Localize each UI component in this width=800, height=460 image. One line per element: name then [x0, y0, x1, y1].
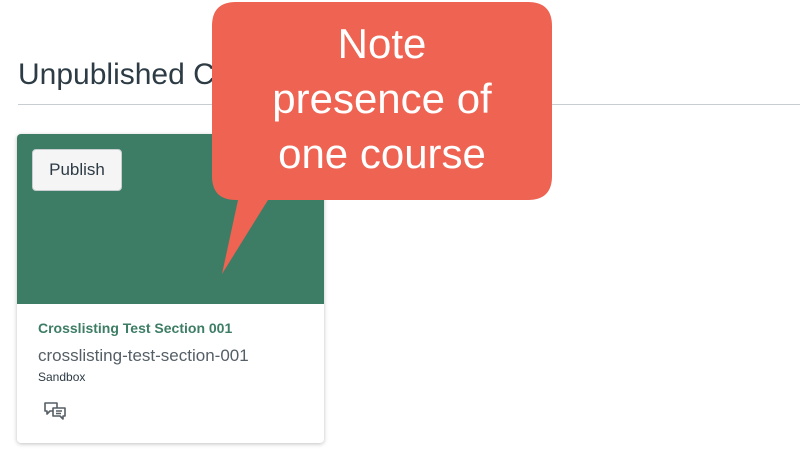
publish-button[interactable]: Publish	[32, 149, 122, 191]
course-term: Sandbox	[38, 370, 86, 384]
section-divider	[18, 104, 800, 105]
course-card-hero[interactable]: Publish	[17, 134, 324, 304]
section-heading: Unpublished Courses	[18, 58, 305, 91]
course-card[interactable]: Publish Crosslisting Test Section 001 cr…	[17, 134, 324, 443]
course-title-link[interactable]: Crosslisting Test Section 001	[38, 320, 232, 336]
course-code: crosslisting-test-section-001	[38, 346, 249, 365]
dashboard-page: Unpublished Courses Publish Crosslisting…	[0, 0, 800, 460]
discussions-icon[interactable]	[43, 400, 67, 422]
